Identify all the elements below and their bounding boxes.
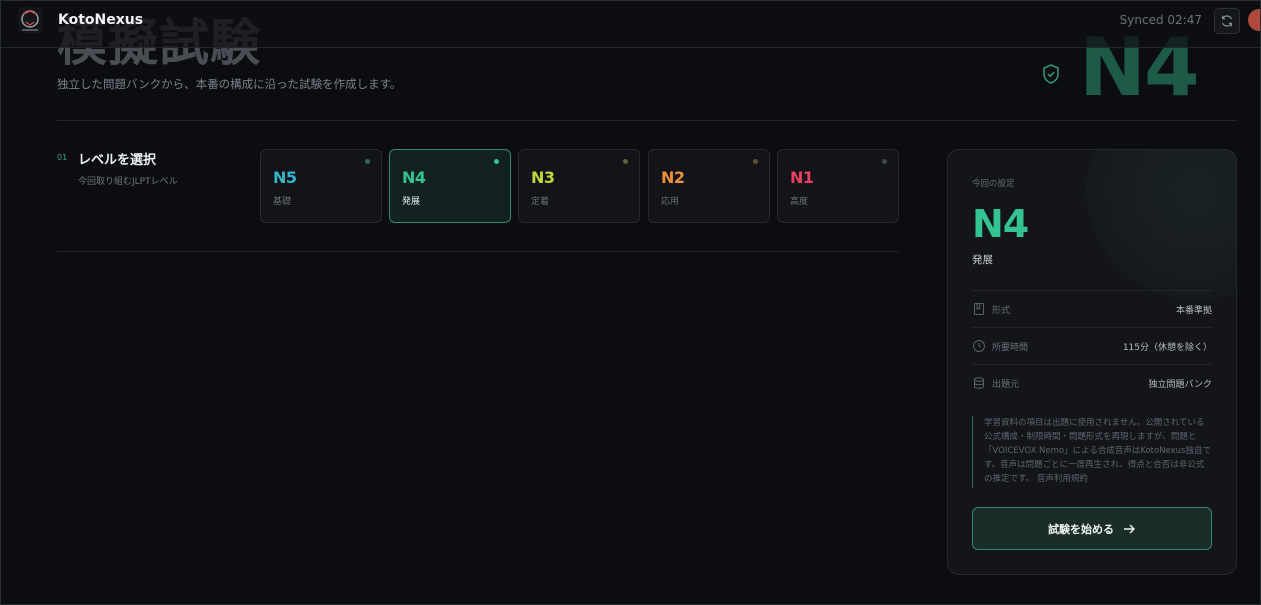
level-code: N1 bbox=[790, 168, 814, 187]
summary-row-format: 形式 本番準拠 bbox=[972, 290, 1212, 327]
status-dot bbox=[882, 159, 887, 164]
top-bar: KotoNexus Synced 02:47 bbox=[1, 1, 1260, 48]
row-key: 所要時間 bbox=[992, 343, 1029, 353]
start-exam-button[interactable]: 試験を始める bbox=[972, 507, 1212, 550]
summary-row-source: 出題元 独立問題バンク bbox=[972, 364, 1212, 401]
divider bbox=[57, 120, 1237, 121]
row-value: 115分（休憩を除く） bbox=[1122, 343, 1212, 353]
page-subtitle: 独立した問題バンクから、本番の構成に沿った試験を作成します。 bbox=[57, 77, 402, 91]
status-dot bbox=[365, 159, 370, 164]
row-value: 本番準拠 bbox=[1175, 306, 1212, 316]
brand-name[interactable]: KotoNexus bbox=[58, 12, 143, 28]
level-code: N4 bbox=[402, 168, 426, 187]
logo-icon[interactable] bbox=[18, 7, 42, 33]
level-name: 基礎 bbox=[273, 197, 292, 207]
row-key: 出題元 bbox=[992, 380, 1020, 390]
sync-button[interactable] bbox=[1214, 8, 1240, 34]
shield-icon bbox=[1039, 62, 1063, 86]
level-code: N3 bbox=[531, 168, 555, 187]
level-card-n5[interactable]: N5 基礎 bbox=[260, 149, 382, 223]
avatar[interactable] bbox=[1248, 9, 1260, 31]
level-card-n4[interactable]: N4 発展 bbox=[389, 149, 511, 223]
step-number: 01 bbox=[57, 153, 68, 162]
level-card-n1[interactable]: N1 高度 bbox=[777, 149, 899, 223]
book-icon bbox=[974, 303, 984, 315]
level-name: 高度 bbox=[790, 197, 809, 207]
clock-icon bbox=[973, 340, 985, 352]
disclaimer-note: 学習資料の項目は出題に使用されません。公開されている公式構成・制限時間・問題形式… bbox=[972, 416, 1212, 488]
level-card-n2[interactable]: N2 応用 bbox=[648, 149, 770, 223]
row-value: 独立問題バンク bbox=[1148, 380, 1212, 390]
level-card-n3[interactable]: N3 定着 bbox=[518, 149, 640, 223]
level-name: 応用 bbox=[661, 197, 680, 207]
summary-row-duration: 所要時間 115分（休憩を除く） bbox=[972, 327, 1212, 364]
start-exam-label: 試験を始める bbox=[1048, 522, 1114, 536]
step-description: 今回取り組むJLPTレベル bbox=[78, 177, 178, 187]
summary-label: 今回の設定 bbox=[972, 179, 1015, 189]
summary-level: N4 bbox=[972, 202, 1029, 246]
sync-status: Synced 02:47 bbox=[1119, 13, 1202, 27]
step-title: レベルを選択 bbox=[78, 153, 157, 168]
level-name: 発展 bbox=[402, 197, 421, 207]
summary-panel: 今回の設定 N4 発展 形式 本番準拠 所要時間 115分（休憩を除く） 出題元 bbox=[947, 149, 1237, 575]
status-dot bbox=[494, 159, 499, 164]
level-name: 定着 bbox=[531, 197, 550, 207]
database-icon bbox=[974, 377, 984, 389]
summary-level-name: 発展 bbox=[972, 254, 993, 266]
divider bbox=[57, 251, 899, 252]
status-dot bbox=[753, 159, 758, 164]
panel-glow bbox=[1086, 150, 1236, 300]
row-key: 形式 bbox=[992, 306, 1011, 316]
refresh-icon bbox=[1221, 15, 1233, 27]
status-dot bbox=[623, 159, 628, 164]
level-code: N5 bbox=[273, 168, 297, 187]
app-window: 模擬試験 KotoNexus Synced 02:47 独立した問題バンクから、… bbox=[0, 0, 1261, 605]
arrow-right-icon bbox=[1124, 524, 1135, 533]
level-code: N2 bbox=[661, 168, 685, 187]
